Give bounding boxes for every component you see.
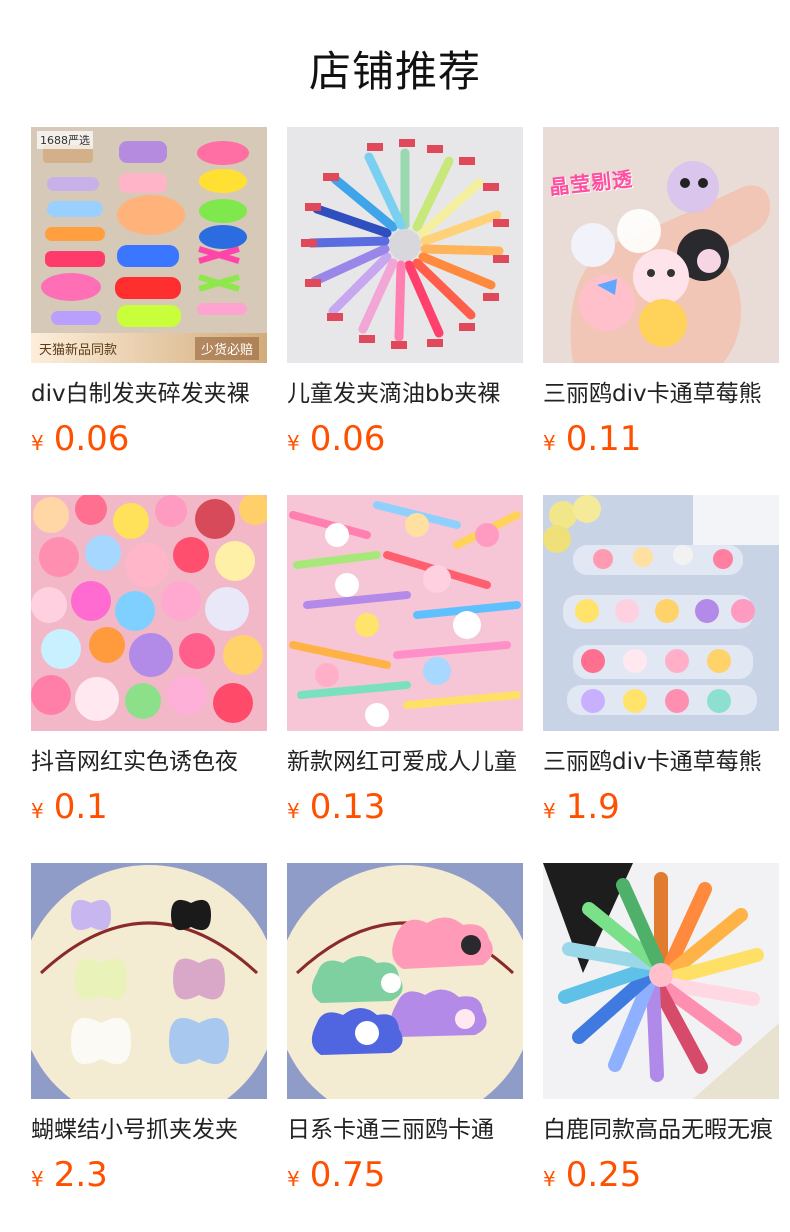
resin-charms-pile-image [31,495,267,731]
product-price: 1.9 [565,787,620,827]
cartoon-charms-hand-image [543,127,779,363]
product-name[interactable]: 儿童发夹滴油bb夹裸 [287,379,523,409]
promo-banner-right: 少货必赔 [194,336,259,360]
product-image[interactable]: 晶莹剔透 [543,127,779,363]
price-row: ¥ 2.3 [31,1155,267,1195]
product-name[interactable]: 三丽鸥div卡通草莓熊 [543,747,779,777]
currency-symbol: ¥ [31,1167,44,1191]
hair-clips-color-wheel-image [287,127,523,363]
product-image[interactable] [31,495,267,731]
product-price: 0.13 [309,787,386,827]
product-name[interactable]: 新款网红可爱成人儿童 [287,747,523,777]
product-price: 2.3 [53,1155,108,1195]
currency-symbol: ¥ [543,431,556,455]
section-title: 店铺推荐 [308,47,481,96]
product-card[interactable]: 1688严选 天猫新品同款 少货必赔 div白制发夹碎发夹裸 ¥ 0.06 [31,127,267,495]
hair-clips-assorted-image [31,127,267,363]
bow-claw-clips-plate-image [31,863,267,1099]
product-image[interactable] [31,863,267,1099]
product-price: 0.06 [309,419,386,459]
price-row: ¥ 0.1 [31,787,267,827]
currency-symbol: ¥ [287,1167,300,1191]
price-row: ¥ 0.75 [287,1155,523,1195]
product-card[interactable]: 三丽鸥div卡通草莓熊 ¥ 1.9 [543,495,779,863]
product-image[interactable] [287,863,523,1099]
currency-symbol: ¥ [31,799,44,823]
product-price: 0.25 [565,1155,642,1195]
price-row: ¥ 1.9 [543,787,779,827]
price-row: ¥ 0.06 [287,419,523,459]
promo-banner: 天猫新品同款 少货必赔 [31,333,267,363]
product-image[interactable] [543,495,779,731]
product-name[interactable]: 蝴蝶结小号抓夹发夹 [31,1115,267,1145]
price-row: ¥ 0.11 [543,419,779,459]
price-row: ¥ 0.13 [287,787,523,827]
product-card[interactable]: 新款网红可爱成人儿童 ¥ 0.13 [287,495,523,863]
product-image[interactable] [543,863,779,1099]
product-name[interactable]: 三丽鸥div卡通草莓熊 [543,379,779,409]
store-recommendation-page: 店铺推荐 1688严选 天猫新品同款 少货必赔 div白制发夹碎发夹裸 ¥ 0.… [0,0,790,1232]
claw-clips-display-image [543,495,779,731]
price-row: ¥ 0.25 [543,1155,779,1195]
product-grid: 1688严选 天猫新品同款 少货必赔 div白制发夹碎发夹裸 ¥ 0.06 儿童… [31,127,779,1231]
currency-symbol: ¥ [287,431,300,455]
product-card[interactable]: 白鹿同款高品无暇无痕 ¥ 0.25 [543,863,779,1231]
duckbill-clips-wheel-image [543,863,779,1099]
product-image[interactable] [287,127,523,363]
product-name[interactable]: 抖音网红实色诱色夜 [31,747,267,777]
product-card[interactable]: 晶莹剔透 三丽鸥div卡通草莓熊 ¥ 0.11 [543,127,779,495]
platform-badge: 1688严选 [37,131,93,149]
currency-symbol: ¥ [543,1167,556,1191]
price-row: ¥ 0.06 [31,419,267,459]
currency-symbol: ¥ [287,799,300,823]
product-price: 0.11 [565,419,642,459]
product-price: 0.75 [309,1155,386,1195]
product-image[interactable]: 1688严选 天猫新品同款 少货必赔 [31,127,267,363]
promo-banner-left: 天猫新品同款 [39,342,118,358]
product-image[interactable] [287,495,523,731]
cloud-hair-clips-plate-image [287,863,523,1099]
cartoon-hair-clips-pile-image [287,495,523,731]
currency-symbol: ¥ [31,431,44,455]
product-price: 0.06 [53,419,130,459]
product-price: 0.1 [53,787,108,827]
product-card[interactable]: 儿童发夹滴油bb夹裸 ¥ 0.06 [287,127,523,495]
product-card[interactable]: 蝴蝶结小号抓夹发夹 ¥ 2.3 [31,863,267,1231]
currency-symbol: ¥ [543,799,556,823]
product-name[interactable]: div白制发夹碎发夹裸 [31,379,267,409]
product-name[interactable]: 日系卡通三丽鸥卡通 [287,1115,523,1145]
product-name[interactable]: 白鹿同款高品无暇无痕 [543,1115,779,1145]
product-card[interactable]: 日系卡通三丽鸥卡通 ¥ 0.75 [287,863,523,1231]
product-card[interactable]: 抖音网红实色诱色夜 ¥ 0.1 [31,495,267,863]
